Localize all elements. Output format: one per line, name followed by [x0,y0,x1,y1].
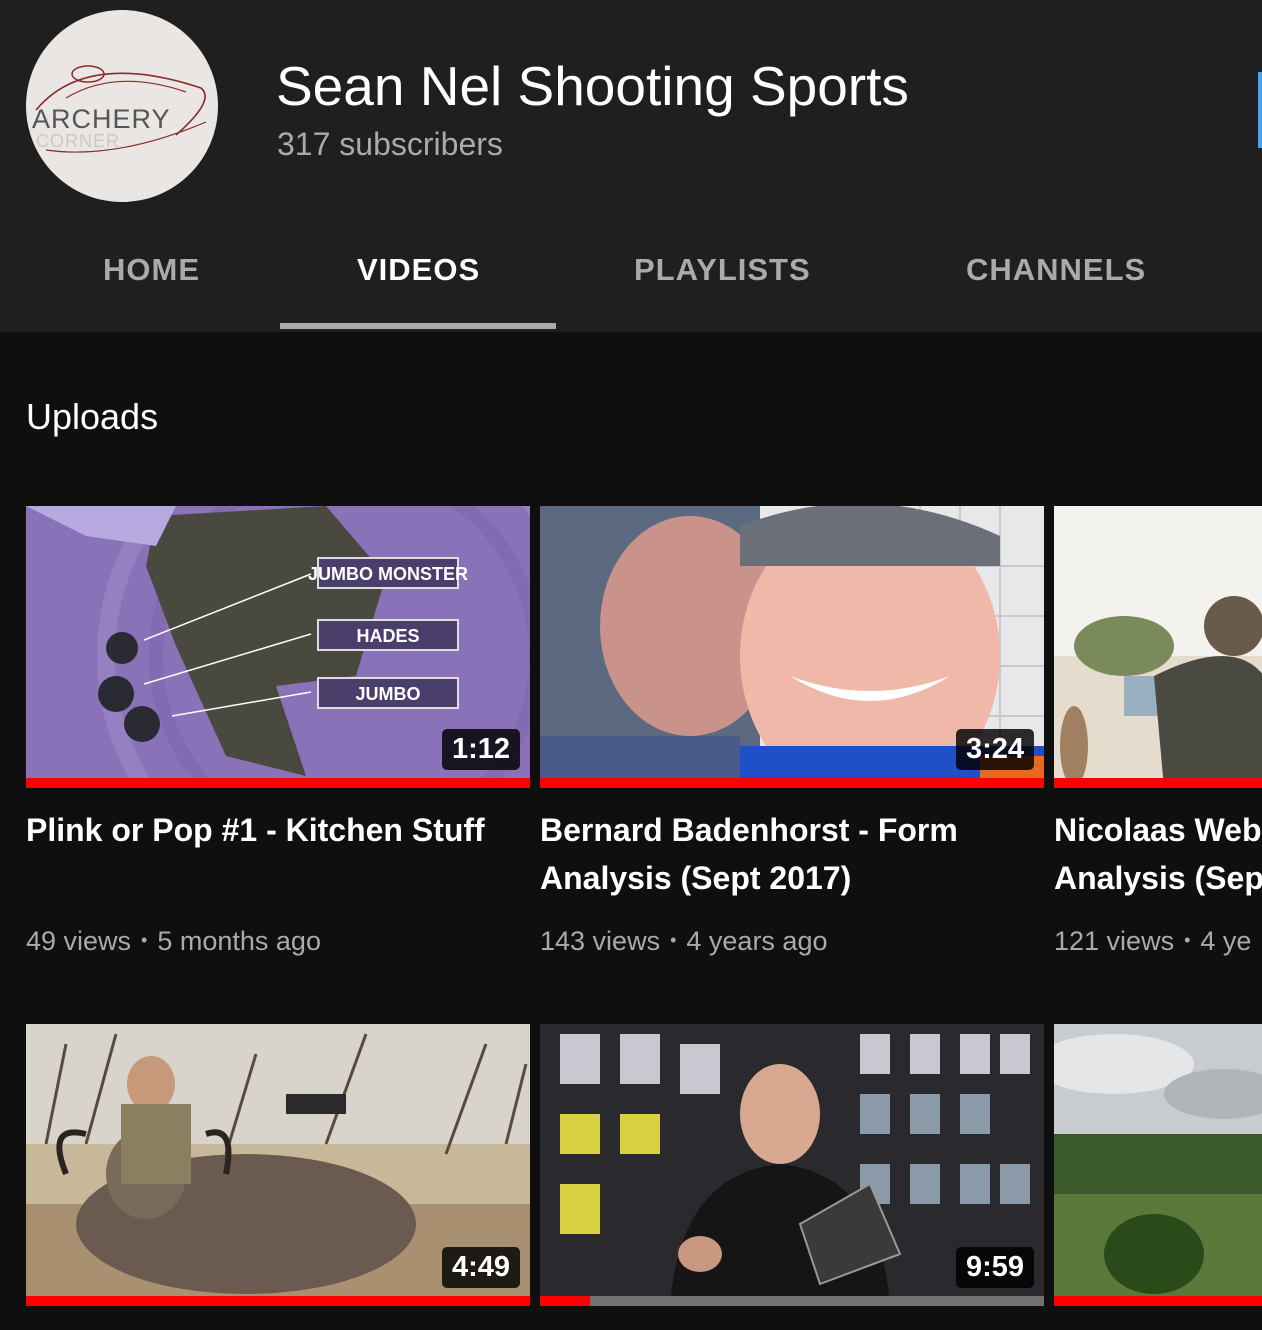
separator-dot: • [1184,930,1191,950]
separator-dot: • [141,930,148,950]
logo-text-corner: CORNER [36,131,121,151]
video-duration: 3:24 [955,729,1034,770]
tab-channels[interactable]: CHANNELS [966,252,1146,288]
video-duration: 1:12 [441,729,520,770]
channel-avatar[interactable]: ARCHERY CORNER [26,10,218,202]
watch-progress [540,1296,591,1306]
thumb-label-hades: HADES [356,626,419,646]
video-title[interactable]: Nicolaas Webe Analysis (Sept [1054,806,1262,902]
thumbnail-image [1054,1024,1262,1306]
channel-header: ARCHERY CORNER Sean Nel Shooting Sports … [0,0,1262,332]
video-thumbnail[interactable] [1054,1024,1262,1306]
thumb-label-jumbo-monster: JUMBO MONSTER [308,564,468,584]
thumb-label-jumbo: JUMBO [355,684,420,704]
video-duration: 4:49 [441,1247,520,1288]
thumbnail-image [1054,506,1262,788]
upload-age: 5 months ago [157,926,321,956]
channel-tabs: HOME VIDEOS PLAYLISTS CHANNELS [0,230,1262,330]
video-thumbnail[interactable]: 3:24 [540,506,1044,788]
watch-progress [26,1296,530,1306]
view-count: 49 views [26,926,132,956]
upload-age: 4 years ago [686,926,828,956]
watch-progress [540,778,1044,788]
video-duration: 9:59 [955,1247,1034,1288]
separator-dot: • [670,930,677,950]
tab-videos[interactable]: VIDEOS [357,252,480,288]
subscriber-count: 317 subscribers [277,126,503,162]
subscribe-button-edge[interactable] [1258,72,1262,148]
video-thumbnail[interactable]: JUMBO MONSTER HADES JUMBO 1:12 [26,506,530,788]
video-thumbnail[interactable]: 9:59 [540,1024,1044,1306]
watch-progress-track [540,1296,1044,1306]
video-meta: 143 views • 4 years ago [540,926,827,957]
video-thumbnail[interactable] [1054,506,1262,788]
video-title-line-2: Analysis (Sept [1054,860,1262,896]
tab-home[interactable]: HOME [103,252,200,288]
view-count: 143 views [540,926,661,956]
video-meta: 49 views • 5 months ago [26,926,321,957]
video-title[interactable]: Plink or Pop #1 - Kitchen Stuff [26,806,526,854]
watch-progress [1054,1296,1262,1306]
video-meta: 121 views • 4 ye [1054,926,1262,957]
tab-playlists[interactable]: PLAYLISTS [634,252,811,288]
video-thumbnail[interactable]: 4:49 [26,1024,530,1306]
watch-progress [26,778,530,788]
channel-name: Sean Nel Shooting Sports [276,55,909,117]
upload-age: 4 ye [1200,926,1252,956]
view-count: 121 views [1054,926,1175,956]
active-tab-indicator [280,323,556,329]
video-title-line-1: Nicolaas Webe [1054,812,1262,848]
video-title[interactable]: Bernard Badenhorst - Form Analysis (Sept… [540,806,1040,902]
section-title-uploads: Uploads [26,396,159,437]
watch-progress [1054,778,1262,788]
